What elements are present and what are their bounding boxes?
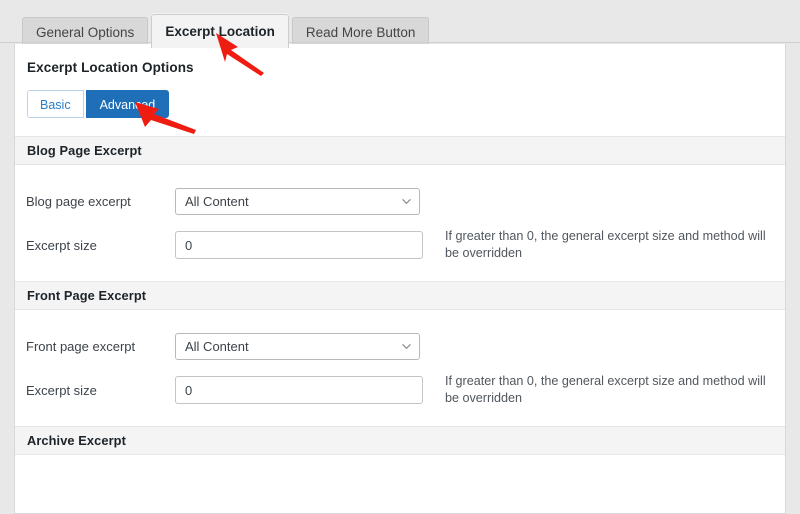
field-label: Excerpt size: [26, 237, 97, 253]
tab-bar: General Options Excerpt Location Read Mo…: [0, 0, 800, 48]
field-control: [175, 376, 423, 404]
section-title: Archive Excerpt: [27, 433, 126, 448]
field-row-front-excerpt-size: Excerpt size If greater than 0, the gene…: [15, 368, 785, 412]
front-page-excerpt-select[interactable]: All Content: [175, 332, 420, 360]
section-archive-excerpt: Archive Excerpt: [15, 426, 785, 483]
field-label: Blog page excerpt: [26, 193, 131, 209]
section-blog-page-excerpt: Blog Page Excerpt Blog page excerpt All …: [15, 136, 785, 281]
blog-page-excerpt-select[interactable]: All Content: [175, 187, 420, 215]
section-header: Front Page Excerpt: [15, 281, 785, 310]
section-body: Front page excerpt All Content Excerpt s…: [15, 310, 785, 426]
field-row-blog-page-excerpt: Blog page excerpt All Content: [15, 179, 785, 223]
excerpt-location-options-panel: Excerpt Location Options Basic Advanced …: [14, 44, 786, 514]
field-row-front-page-excerpt: Front page excerpt All Content: [15, 324, 785, 368]
section-body: Blog page excerpt All Content Excerpt si…: [15, 165, 785, 281]
panel-header-spacer: [15, 118, 785, 136]
blog-excerpt-size-input[interactable]: [175, 231, 423, 259]
field-row-blog-excerpt-size: Excerpt size If greater than 0, the gene…: [15, 223, 785, 267]
tab-strip-divider: [0, 42, 800, 43]
field-label: Excerpt size: [26, 382, 97, 398]
field-control: [175, 231, 423, 259]
section-header: Blog Page Excerpt: [15, 136, 785, 165]
field-help-text: If greater than 0, the general excerpt s…: [445, 374, 766, 405]
basic-mode-button[interactable]: Basic: [27, 90, 84, 118]
mode-toggle-group: Basic Advanced: [15, 75, 785, 118]
section-title: Blog Page Excerpt: [27, 143, 142, 158]
advanced-mode-button[interactable]: Advanced: [85, 90, 170, 118]
field-control: All Content: [175, 332, 423, 360]
tab-label: General Options: [36, 25, 135, 40]
select-wrapper: All Content: [175, 332, 420, 360]
field-label: Front page excerpt: [26, 338, 136, 354]
panel-header: Excerpt Location Options: [15, 44, 785, 75]
panel-title: Excerpt Location Options: [27, 60, 194, 75]
section-body: [15, 455, 785, 483]
section-header: Archive Excerpt: [15, 426, 785, 455]
tab-label: Read More Button: [305, 25, 416, 40]
select-wrapper: All Content: [175, 187, 420, 215]
section-title: Front Page Excerpt: [27, 288, 147, 303]
section-front-page-excerpt: Front Page Excerpt Front page excerpt Al…: [15, 281, 785, 426]
front-excerpt-size-input[interactable]: [175, 376, 423, 404]
tab-excerpt-location[interactable]: Excerpt Location: [151, 14, 289, 48]
field-help-text: If greater than 0, the general excerpt s…: [445, 229, 766, 260]
field-control: All Content: [175, 187, 423, 215]
tab-label: Excerpt Location: [165, 24, 275, 39]
